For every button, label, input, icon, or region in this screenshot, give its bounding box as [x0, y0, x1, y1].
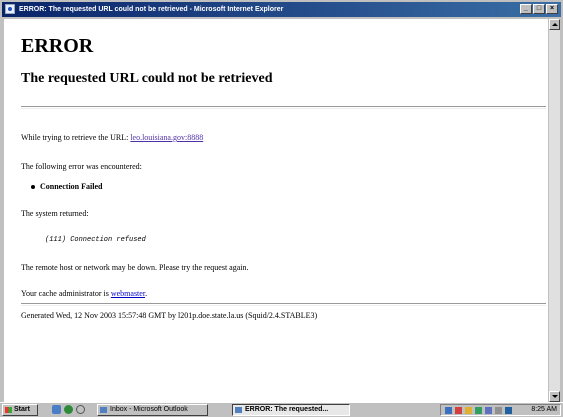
volume-icon[interactable] — [495, 407, 502, 414]
scroll-up-button[interactable] — [549, 19, 560, 30]
bullet-icon — [31, 185, 35, 190]
system-message: (111) Connection refused — [45, 236, 146, 244]
error-intro: The following error was encountered: — [21, 162, 142, 171]
minimize-button[interactable]: _ — [520, 4, 532, 14]
show-desktop-icon[interactable] — [52, 405, 61, 414]
internet-explorer-icon — [5, 4, 15, 14]
update-icon[interactable] — [475, 407, 482, 414]
retrieve-line: While trying to retrieve the URL: leo.lo… — [21, 133, 203, 142]
divider-bottom — [21, 303, 546, 306]
retrieve-label: While trying to retrieve the URL: — [21, 133, 131, 142]
error-item-text: Connection Failed — [40, 182, 103, 191]
clock[interactable]: 8:25 AM — [531, 405, 557, 415]
error-heading: ERROR — [21, 35, 94, 57]
taskbar-item-outlook[interactable]: Inbox - Microsoft Outlook — [97, 404, 208, 416]
error-subheading: The requested URL could not be retrieved — [21, 71, 273, 86]
start-button[interactable]: Start — [2, 404, 38, 416]
media-player-icon[interactable] — [76, 405, 85, 414]
generated-footer: Generated Wed, 12 Nov 2003 15:57:48 GMT … — [21, 311, 318, 320]
close-button[interactable]: × — [546, 4, 558, 14]
retrieve-url-link[interactable]: leo.louisiana.gov:8888 — [130, 133, 203, 142]
remote-host-note: The remote host or network may be down. … — [21, 263, 249, 272]
window-title: ERROR: The requested URL could not be re… — [19, 6, 284, 13]
vertical-scrollbar[interactable] — [549, 19, 560, 402]
system-returned-label: The system returned: — [21, 209, 89, 218]
page-content: ERROR The requested URL could not be ret… — [4, 19, 548, 402]
error-list-item: Connection Failed — [31, 182, 102, 191]
admin-label: Your cache administrator is — [21, 289, 111, 298]
messenger-icon[interactable] — [505, 407, 512, 414]
antivirus-icon[interactable] — [455, 407, 462, 414]
internet-explorer-quicklaunch-icon[interactable] — [64, 405, 73, 414]
divider-top — [21, 106, 546, 109]
admin-suffix: . — [145, 289, 148, 298]
system-tray: 8:25 AM — [440, 404, 561, 416]
browser-window: ERROR: The requested URL could not be re… — [0, 0, 563, 402]
cache-admin-line: Your cache administrator is webmaster. — [21, 289, 147, 298]
taskbar: Start Inbox - Microsoft Outlook ERROR: T… — [0, 402, 563, 417]
network-icon[interactable] — [445, 407, 452, 414]
maximize-button[interactable]: □ — [533, 4, 545, 14]
window-controls: _ □ × — [520, 4, 558, 14]
security-icon[interactable] — [465, 407, 472, 414]
webmaster-link[interactable]: webmaster — [111, 289, 145, 298]
display-icon[interactable] — [485, 407, 492, 414]
title-bar[interactable]: ERROR: The requested URL could not be re… — [2, 2, 561, 17]
scroll-down-button[interactable] — [549, 391, 560, 402]
taskbar-item-ie-error[interactable]: ERROR: The requested... — [232, 404, 350, 416]
